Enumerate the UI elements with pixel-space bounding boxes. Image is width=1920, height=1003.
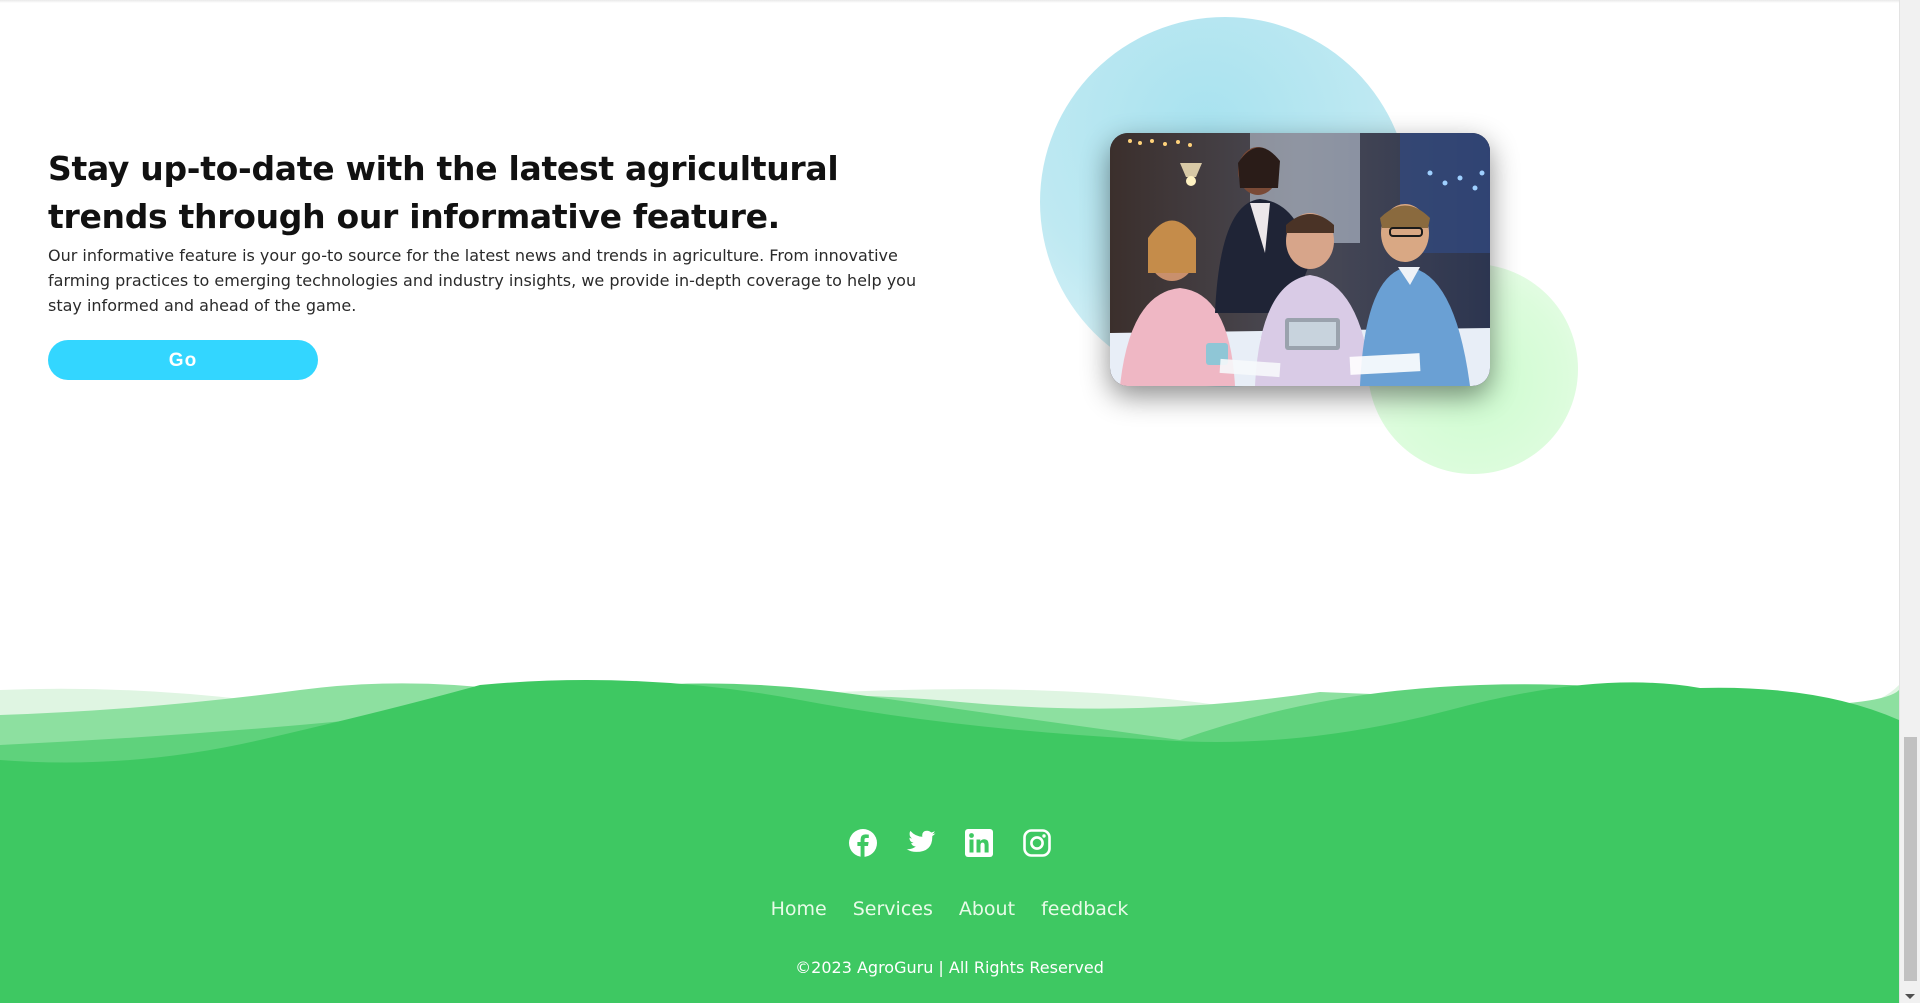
header-shadow — [0, 0, 1899, 3]
team-meeting-photo — [1110, 133, 1490, 386]
facebook-icon[interactable] — [848, 828, 878, 858]
footer-link-services[interactable]: Services — [853, 898, 933, 920]
twitter-icon[interactable] — [906, 828, 936, 858]
footer: Home Services About feedback ©2023 AgroG… — [0, 680, 1899, 1003]
instagram-icon[interactable] — [1022, 828, 1052, 858]
feature-title: Stay up-to-date with the latest agricult… — [48, 149, 839, 236]
copyright-text: ©2023 AgroGuru | All Rights Reserved — [795, 958, 1104, 977]
footer-link-feedback[interactable]: feedback — [1041, 898, 1128, 920]
footer-link-about[interactable]: About — [959, 898, 1015, 920]
go-button[interactable]: Go — [48, 340, 318, 380]
social-links — [0, 828, 1899, 858]
footer-link-home[interactable]: Home — [771, 898, 827, 920]
feature-section: Stay up-to-date with the latest agricult… — [48, 145, 928, 318]
vertical-scrollbar[interactable] — [1899, 0, 1920, 1003]
page: Stay up-to-date with the latest agricult… — [0, 0, 1920, 1003]
linkedin-icon[interactable] — [964, 828, 994, 858]
scrollbar-thumb[interactable] — [1904, 737, 1917, 981]
footer-nav: Home Services About feedback — [0, 898, 1899, 920]
feature-description: Our informative feature is your go-to so… — [48, 246, 917, 315]
scroll-down-arrow-icon[interactable] — [1905, 994, 1915, 999]
